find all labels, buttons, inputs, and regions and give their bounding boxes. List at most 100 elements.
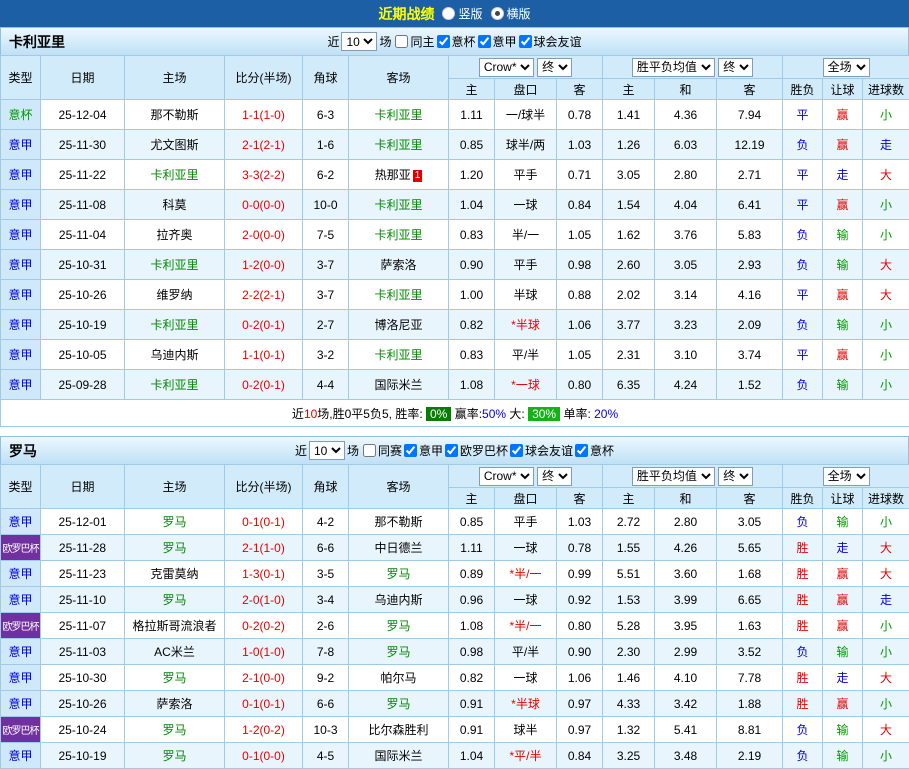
home-team-link[interactable]: 罗马: [125, 665, 225, 691]
home-team-link[interactable]: 萨索洛: [125, 691, 225, 717]
away-team-link[interactable]: 比尔森胜利: [349, 717, 449, 743]
away-team-link[interactable]: 热那亚1: [349, 160, 449, 190]
home-team-link[interactable]: 卡利亚里: [125, 160, 225, 190]
match-count-select[interactable]: 10: [341, 32, 377, 51]
checkbox-input[interactable]: [404, 444, 417, 457]
result-outcome: 负: [783, 250, 823, 280]
away-team-link[interactable]: 卡利亚里: [349, 340, 449, 370]
home-team-link[interactable]: 罗马: [125, 509, 225, 535]
goals-outcome: 小: [863, 190, 909, 220]
filter-checkbox[interactable]: 意甲: [404, 442, 443, 459]
checkbox-input[interactable]: [395, 35, 408, 48]
filter-checkbox[interactable]: 意杯: [437, 33, 476, 50]
home-team-link[interactable]: 拉齐奥: [125, 220, 225, 250]
away-team-link[interactable]: 罗马: [349, 691, 449, 717]
home-odds: 0.98: [449, 639, 495, 665]
layout-vertical-option[interactable]: 竖版: [442, 5, 482, 22]
scope-group-header: 全场: [783, 56, 909, 79]
radio-selected-icon[interactable]: [491, 7, 504, 20]
away-team-link[interactable]: 卡利亚里: [349, 130, 449, 160]
checkbox-input[interactable]: [478, 35, 491, 48]
home-team-link[interactable]: 尤文图斯: [125, 130, 225, 160]
col-header-home: 主场: [125, 465, 225, 509]
away-team-link[interactable]: 国际米兰: [349, 743, 449, 769]
home-team-link[interactable]: 格拉斯哥流浪者: [125, 613, 225, 639]
home-team-link[interactable]: 罗马: [125, 587, 225, 613]
filter-checkbox[interactable]: 意杯: [575, 442, 614, 459]
checkbox-input[interactable]: [510, 444, 523, 457]
away-team-link[interactable]: 那不勒斯: [349, 509, 449, 535]
filter-checkbox[interactable]: 欧罗巴杯: [445, 442, 508, 459]
away-team-link[interactable]: 卡利亚里: [349, 280, 449, 310]
home-team-link[interactable]: 罗马: [125, 535, 225, 561]
home-team-link[interactable]: 卡利亚里: [125, 250, 225, 280]
checkbox-input[interactable]: [437, 35, 450, 48]
scope-select[interactable]: 全场: [823, 58, 870, 77]
away-team-link[interactable]: 国际米兰: [349, 370, 449, 400]
subcol-goals: 进球数: [863, 488, 909, 509]
home-team-link[interactable]: 那不勒斯: [125, 100, 225, 130]
col-header-score: 比分(半场): [225, 465, 303, 509]
radio-unselected-icon[interactable]: [442, 7, 455, 20]
away-team-link[interactable]: 帕尔马: [349, 665, 449, 691]
subcol-avg-draw: 和: [655, 488, 717, 509]
away-team-link[interactable]: 萨索洛: [349, 250, 449, 280]
home-team-link[interactable]: 罗马: [125, 717, 225, 743]
away-team-link[interactable]: 卡利亚里: [349, 220, 449, 250]
competition-type: 意甲: [1, 160, 41, 190]
subcol-goals: 进球数: [863, 79, 909, 100]
avg-type-select[interactable]: 胜平负均值: [632, 58, 715, 77]
away-team-link[interactable]: 罗马: [349, 561, 449, 587]
subcol-avg-away: 客: [717, 79, 783, 100]
summary-cell: 近10场,胜0平5负5, 胜率: 0% 赢率:50% 大: 30% 单率: 20…: [1, 400, 909, 427]
avg-home-odds: 2.72: [603, 509, 655, 535]
filter-checkbox[interactable]: 意甲: [478, 33, 517, 50]
col-header-score: 比分(半场): [225, 56, 303, 100]
scope-select[interactable]: 全场: [823, 467, 870, 486]
away-team-link[interactable]: 中日德兰: [349, 535, 449, 561]
team-section-0: 卡利亚里 近 10 场 同主意杯意甲球会友谊 类型 日期 主场 比分(半场) 角…: [0, 27, 909, 427]
avg-type-select[interactable]: 胜平负均值: [632, 467, 715, 486]
away-team-link[interactable]: 罗马: [349, 639, 449, 665]
filter-checkbox[interactable]: 同主: [395, 33, 434, 50]
avg-time-select[interactable]: 终: [718, 58, 753, 77]
away-team-link[interactable]: 博洛尼亚: [349, 310, 449, 340]
away-team-link[interactable]: 罗马: [349, 613, 449, 639]
away-team-link[interactable]: 乌迪内斯: [349, 587, 449, 613]
away-team-link[interactable]: 卡利亚里: [349, 190, 449, 220]
checkbox-input[interactable]: [575, 444, 588, 457]
home-team-link[interactable]: 维罗纳: [125, 280, 225, 310]
home-team-link[interactable]: 卡利亚里: [125, 310, 225, 340]
checkbox-input[interactable]: [519, 35, 532, 48]
team-section-1: 罗马 近 10 场 同赛意甲欧罗巴杯球会友谊意杯 类型 日期 主场 比分(半场)…: [0, 436, 909, 769]
home-team-link[interactable]: AC米兰: [125, 639, 225, 665]
home-team-link[interactable]: 乌迪内斯: [125, 340, 225, 370]
away-odds: 0.84: [557, 190, 603, 220]
filter-checkbox[interactable]: 球会友谊: [510, 442, 573, 459]
checkbox-input[interactable]: [363, 444, 376, 457]
goals-outcome: 大: [863, 665, 909, 691]
filter-checkbox[interactable]: 同赛: [363, 442, 402, 459]
odds-time-select[interactable]: 终: [537, 58, 572, 77]
home-team-link[interactable]: 罗马: [125, 743, 225, 769]
matches-label: 场: [347, 442, 359, 459]
filter-checkbox[interactable]: 球会友谊: [519, 33, 582, 50]
goals-outcome: 大: [863, 717, 909, 743]
layout-horizontal-option[interactable]: 横版: [491, 5, 531, 22]
avg-time-select[interactable]: 终: [718, 467, 753, 486]
avg-home-odds: 1.46: [603, 665, 655, 691]
avg-home-odds: 2.60: [603, 250, 655, 280]
home-team-link[interactable]: 克雷莫纳: [125, 561, 225, 587]
odds-time-select[interactable]: 终: [537, 467, 572, 486]
home-team-link[interactable]: 卡利亚里: [125, 370, 225, 400]
away-team-link[interactable]: 卡利亚里: [349, 100, 449, 130]
home-team-link[interactable]: 科莫: [125, 190, 225, 220]
odds-source-select[interactable]: Crow*: [479, 58, 534, 77]
match-row: 意杯25-12-04那不勒斯1-1(1-0)6-3卡利亚里1.11一/球半0.7…: [1, 100, 909, 130]
odds-group-header: Crow* 终: [449, 56, 603, 79]
home-odds: 0.83: [449, 220, 495, 250]
away-odds: 0.78: [557, 535, 603, 561]
checkbox-input[interactable]: [445, 444, 458, 457]
match-count-select[interactable]: 10: [309, 441, 345, 460]
odds-source-select[interactable]: Crow*: [479, 467, 534, 486]
